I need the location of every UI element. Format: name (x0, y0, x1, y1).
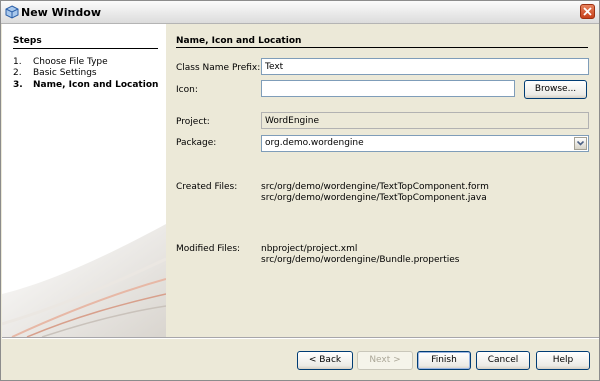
file-path: src/org/demo/wordengine/Bundle.propertie… (261, 255, 460, 265)
step-basic-settings: 2. Basic Settings (13, 68, 97, 78)
dropdown-arrow-button[interactable] (574, 137, 587, 150)
modified-files-label: Modified Files: (176, 244, 241, 254)
window-title: New Window (21, 6, 101, 19)
help-button[interactable]: Help (536, 351, 590, 370)
finish-button[interactable]: Finish (417, 351, 471, 370)
close-button[interactable] (580, 4, 595, 19)
steps-divider (13, 48, 158, 49)
step-label: Choose File Type (33, 57, 108, 67)
class-name-prefix-label: Class Name Prefix: (176, 63, 261, 73)
browse-button[interactable]: Browse... (524, 80, 587, 99)
file-path: nbproject/project.xml (261, 244, 358, 254)
step-number: 2. (13, 68, 22, 78)
project-label: Project: (176, 117, 210, 127)
new-window-dialog: New Window Steps 1. Choose File Type 2. Ba… (0, 0, 600, 381)
decorative-swoosh-graphic (2, 224, 166, 337)
main-panel: Name, Icon and Location Class Name Prefi… (166, 24, 599, 337)
step-name-icon-location: 3. Name, Icon and Location (13, 80, 158, 90)
steps-title: Steps (13, 36, 42, 46)
step-label: Basic Settings (33, 68, 97, 78)
created-files-list: src/org/demo/wordengine/TextTopComponent… (261, 182, 489, 204)
section-divider (176, 47, 588, 48)
steps-panel: Steps 1. Choose File Type 2. Basic Setting… (2, 24, 166, 337)
class-name-prefix-input[interactable] (261, 58, 589, 75)
icon-path-input[interactable] (261, 80, 515, 97)
step-label: Name, Icon and Location (33, 80, 159, 90)
icon-label: Icon: (176, 85, 198, 95)
file-path: src/org/demo/wordengine/TextTopComponent… (261, 182, 489, 192)
package-combobox[interactable]: org.demo.wordengine (261, 135, 589, 152)
next-button[interactable]: Next > (357, 351, 413, 370)
title-bar[interactable]: New Window (1, 1, 599, 24)
file-path: src/org/demo/wordengine/TextTopComponent… (261, 193, 487, 203)
chevron-down-icon (577, 141, 584, 146)
bottom-divider-highlight (2, 338, 599, 339)
step-number: 3. (13, 80, 23, 90)
project-field (261, 112, 589, 129)
section-title: Name, Icon and Location (176, 36, 302, 46)
back-button[interactable]: < Back (297, 351, 353, 370)
package-value: org.demo.wordengine (265, 138, 364, 148)
netbeans-cube-icon (5, 5, 19, 19)
step-number: 1. (13, 57, 22, 67)
package-label: Package: (176, 138, 217, 148)
step-choose-file-type: 1. Choose File Type (13, 57, 108, 67)
modified-files-list: nbproject/project.xml src/org/demo/worde… (261, 244, 460, 266)
created-files-label: Created Files: (176, 182, 238, 192)
cancel-button[interactable]: Cancel (476, 351, 530, 370)
close-icon (583, 7, 592, 16)
